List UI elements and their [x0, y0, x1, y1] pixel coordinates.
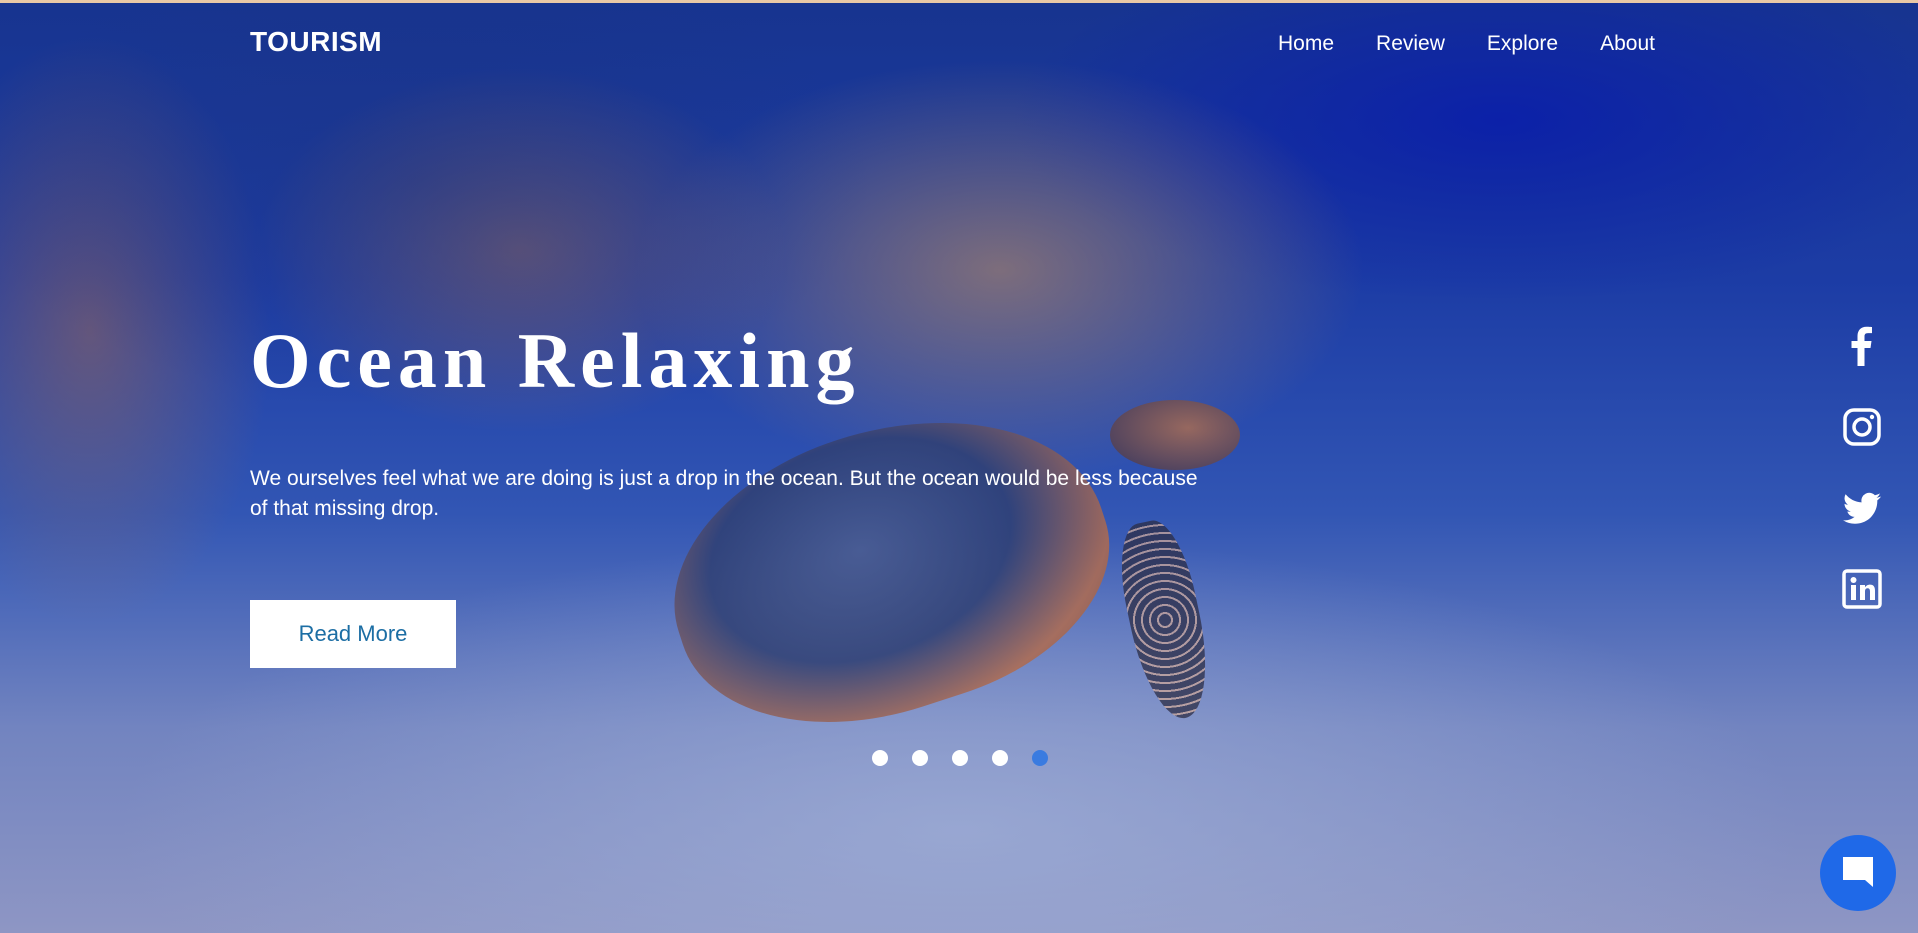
hero-title: Ocean Relaxing [250, 317, 861, 404]
top-strip [0, 0, 1918, 3]
nav-review[interactable]: Review [1376, 32, 1445, 56]
chat-button[interactable] [1820, 835, 1896, 911]
nav-home[interactable]: Home [1278, 32, 1334, 56]
page: TOURISM Home Review Explore About Ocean … [0, 0, 1918, 933]
slider-dot-1[interactable] [872, 750, 888, 766]
main-nav: Home Review Explore About [1278, 32, 1697, 56]
slider-dot-3[interactable] [952, 750, 968, 766]
slider-dot-4[interactable] [992, 750, 1008, 766]
brand-logo[interactable]: TOURISM [250, 26, 382, 58]
instagram-icon[interactable] [1842, 407, 1882, 447]
linkedin-icon[interactable] [1842, 569, 1882, 609]
nav-about[interactable]: About [1600, 32, 1655, 56]
nav-explore[interactable]: Explore [1487, 32, 1558, 56]
chat-icon [1839, 853, 1877, 894]
slider-dot-5[interactable] [1032, 750, 1048, 766]
slider-dot-2[interactable] [912, 750, 928, 766]
twitter-icon[interactable] [1842, 488, 1882, 528]
read-more-button[interactable]: Read More [250, 600, 456, 668]
social-links [1842, 326, 1886, 650]
hero-description: We ourselves feel what we are doing is j… [250, 467, 1198, 520]
slider-dots [872, 750, 1048, 766]
facebook-icon[interactable] [1842, 326, 1882, 366]
sea-turtle-head [1110, 400, 1240, 470]
